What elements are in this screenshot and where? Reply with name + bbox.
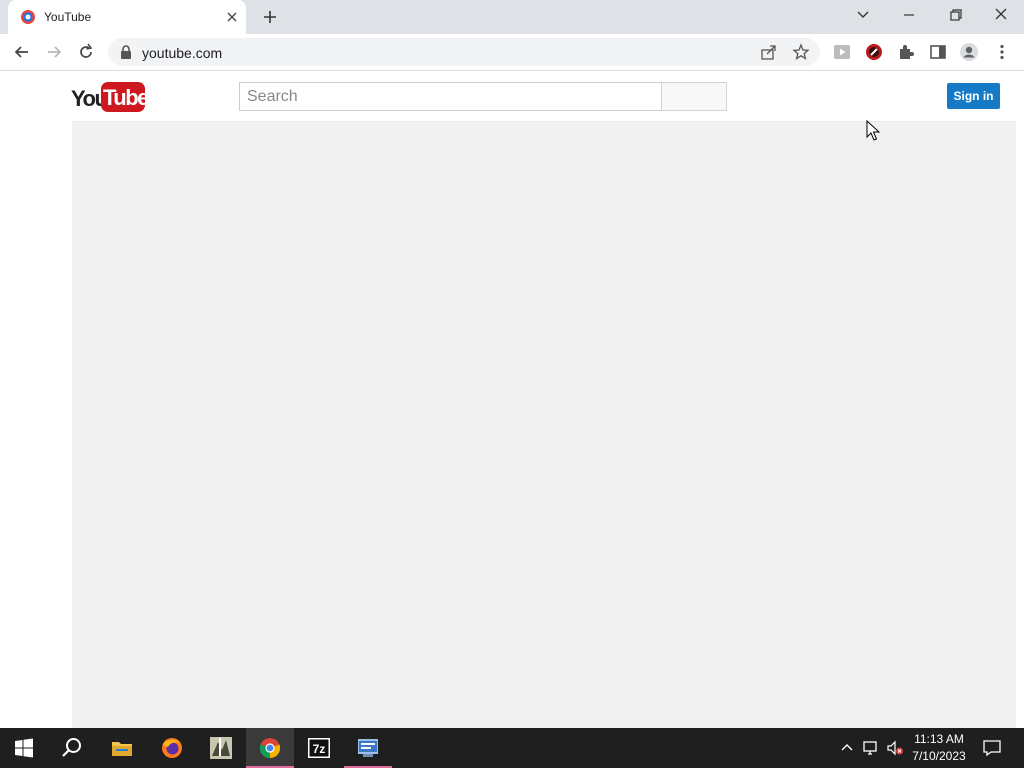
notification-icon[interactable] [982, 739, 1002, 757]
url-text[interactable]: youtube.com [142, 45, 222, 61]
reload-icon[interactable] [76, 42, 96, 62]
restore-icon[interactable] [945, 6, 965, 24]
clock[interactable]: 11:13 AM 7/10/2023 [906, 731, 972, 765]
taskbar-7zip[interactable]: 7z [295, 728, 343, 768]
network-icon[interactable] [862, 739, 880, 757]
back-arrow-icon[interactable] [12, 42, 32, 62]
tab-strip: YouTube [0, 0, 1024, 34]
profile-icon[interactable] [959, 42, 979, 62]
forward-arrow-icon[interactable] [44, 42, 64, 62]
kebab-menu-icon[interactable] [992, 42, 1012, 62]
taskbar: 7z 11:13 AM 7/10/2023 [0, 728, 1024, 768]
clock-time: 11:13 AM [914, 732, 964, 746]
taskbar-app2[interactable] [344, 728, 392, 768]
new-tab-icon[interactable] [261, 8, 279, 26]
volume-muted-icon[interactable] [886, 739, 904, 757]
taskbar-search-button[interactable] [48, 728, 96, 768]
logo-tube-box: Tube [101, 82, 149, 112]
sign-in-button[interactable]: Sign in [947, 83, 1000, 109]
mouse-cursor-icon [866, 120, 880, 142]
clock-date: 7/10/2023 [912, 749, 966, 763]
close-tab-icon[interactable] [224, 9, 240, 25]
youtube-logo[interactable]: You Tube [71, 80, 149, 112]
share-icon[interactable] [760, 43, 778, 61]
extension-red-icon[interactable] [864, 42, 884, 62]
minimize-icon[interactable] [899, 6, 919, 24]
taskbar-file-explorer[interactable] [98, 728, 146, 768]
7zip-label: 7z [313, 742, 326, 756]
start-button[interactable] [0, 728, 48, 768]
tab-title: YouTube [44, 10, 92, 24]
tab-youtube[interactable]: YouTube [8, 0, 246, 34]
logo-tube-text: Tube [103, 85, 149, 110]
youtube-page: You Tube Sign in [0, 72, 1024, 728]
browser-toolbar: youtube.com [0, 34, 1024, 71]
tab-search-chevron-icon[interactable] [853, 6, 873, 24]
side-panel-icon[interactable] [928, 42, 948, 62]
search-input[interactable] [239, 82, 662, 111]
taskbar-firefox[interactable] [148, 728, 196, 768]
star-icon[interactable] [792, 43, 810, 61]
address-bar[interactable]: youtube.com [108, 38, 820, 66]
puzzle-icon[interactable] [896, 42, 916, 62]
record-icon [20, 9, 36, 25]
lock-icon[interactable] [120, 45, 132, 59]
content-area [72, 121, 1016, 728]
taskbar-chrome[interactable] [246, 728, 294, 768]
close-window-icon[interactable] [991, 6, 1011, 24]
search-button[interactable] [661, 82, 727, 111]
extension-play-icon[interactable] [832, 42, 852, 62]
chevron-up-icon[interactable] [838, 739, 856, 757]
taskbar-app[interactable] [197, 728, 245, 768]
